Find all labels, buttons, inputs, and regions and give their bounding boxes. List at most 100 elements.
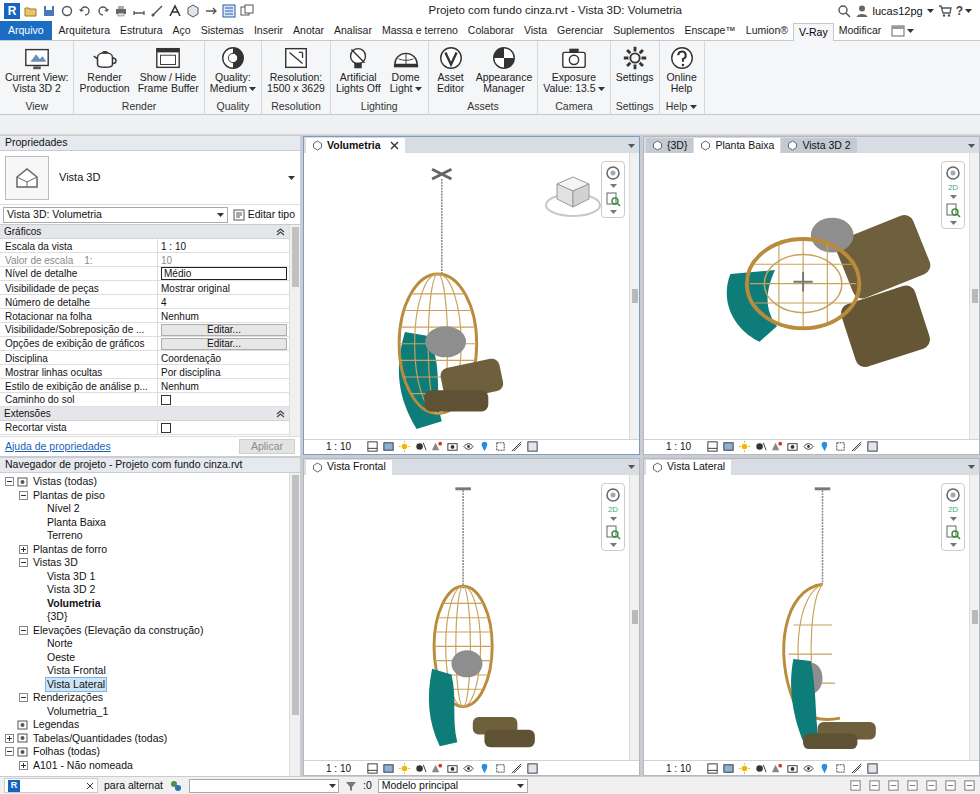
button-label[interactable]: Light (390, 83, 413, 94)
view-control-icon[interactable] (866, 440, 879, 453)
view-tab[interactable]: Volumetria (306, 138, 405, 153)
tab-label[interactable]: Vista (524, 23, 547, 39)
button-label[interactable]: Value: 13.5 (543, 83, 595, 94)
ribbon-button[interactable]: Show / HideFrame Buffer (135, 44, 202, 94)
view-control-icon[interactable] (834, 762, 847, 775)
tree-label[interactable]: Terreno (45, 528, 85, 543)
edit-button[interactable]: Editar... (161, 338, 287, 350)
button-label[interactable]: Show / Hide (140, 72, 197, 83)
tree-label[interactable]: Legendas (31, 717, 81, 732)
frame-buffer-icon[interactable] (153, 44, 183, 72)
property-row[interactable]: Rotacionar na folhaNenhum (0, 309, 289, 323)
tab-label[interactable]: Vista 3D 2 (802, 138, 850, 154)
tree-item[interactable]: Planta Baixa (0, 516, 289, 530)
ribbon-tab[interactable]: V-Ray (793, 23, 834, 41)
zoom-icon[interactable] (945, 202, 961, 218)
close-icon[interactable] (390, 141, 399, 150)
ribbon-button[interactable]: Quality:Medium (207, 44, 259, 94)
checkbox[interactable] (161, 395, 171, 405)
view-control-icon[interactable] (786, 762, 799, 775)
tree-item[interactable]: Vista Frontal (0, 664, 289, 678)
scrollbar[interactable] (289, 473, 300, 776)
navigation-bar[interactable]: 2D (941, 483, 965, 551)
zoom-icon[interactable] (945, 524, 961, 540)
quality-icon[interactable] (218, 44, 248, 72)
tree-label[interactable]: Planta Baixa (45, 515, 108, 530)
view-control-icon[interactable] (738, 762, 751, 775)
zoom-icon[interactable] (605, 191, 621, 207)
sync-icon[interactable] (60, 4, 74, 18)
tree-item[interactable]: A101 - Não nomeada (0, 759, 289, 773)
viewport[interactable]: Volumetria 1 : 10 (303, 136, 640, 455)
button-label[interactable]: Asset (437, 72, 463, 83)
tree-label[interactable]: A101 - Não nomeada (31, 758, 135, 773)
model-name[interactable]: Modelo principal (382, 778, 458, 794)
help-link[interactable]: Ajuda de propriedades (5, 439, 111, 455)
ribbon-tab[interactable]: Arquivo (0, 21, 52, 40)
steering-wheel-icon[interactable] (945, 487, 961, 503)
property-row[interactable]: Visibilidade de peçasMostrar original (0, 281, 289, 295)
collapse-icon[interactable] (19, 626, 28, 635)
view-control-icon[interactable] (510, 440, 523, 453)
ribbon-button[interactable]: Resolution:1500 x 3629 (264, 44, 328, 94)
view-control-icon[interactable] (382, 762, 395, 775)
view-control-icon[interactable] (462, 762, 475, 775)
property-row[interactable]: Opções de exibição de gráficosEditar... (0, 337, 289, 351)
hanging-chair-model[interactable] (648, 479, 965, 757)
help-button[interactable]: ? (956, 2, 972, 20)
view-control-icon[interactable] (366, 762, 379, 775)
navigation-bar[interactable]: 2D (941, 161, 965, 229)
view-control-icon[interactable] (430, 440, 443, 453)
section-icon[interactable] (204, 4, 218, 18)
property-row[interactable]: Visibilidade/Sobreposição de ...Editar..… (0, 323, 289, 337)
scrollbar[interactable] (289, 225, 300, 436)
help-text[interactable]: ? (956, 2, 963, 20)
selection-option-icon[interactable] (849, 779, 862, 792)
view-canvas[interactable]: 2D (644, 153, 979, 439)
section-title[interactable]: Extensões (4, 406, 51, 421)
tree-label[interactable]: Plantas de piso (31, 488, 107, 503)
tree-label[interactable]: Renderizações (31, 690, 105, 705)
close-icon[interactable] (86, 782, 94, 790)
tree-item[interactable]: Volumetria_1 (0, 705, 289, 719)
ribbon-button[interactable]: ArtificialLights Off (333, 44, 384, 94)
tab-label[interactable]: Vista Lateral (667, 459, 725, 475)
view-tab[interactable]: Vista 3D 2 (781, 138, 856, 153)
view-control-icon[interactable] (850, 762, 863, 775)
dome-light-icon[interactable] (391, 44, 421, 72)
button-label[interactable]: Settings (616, 72, 654, 83)
navigation-bar[interactable]: 2D (601, 483, 625, 551)
ribbon-tab[interactable]: Suplementos (608, 22, 679, 40)
asset-editor-icon[interactable] (436, 44, 466, 72)
property-value[interactable]: Por disciplina (161, 365, 220, 380)
logo-text[interactable]: R (11, 781, 18, 790)
tree-item[interactable]: {3D} (0, 610, 289, 624)
app-logo[interactable]: R (4, 3, 20, 19)
view-tab[interactable]: {3D} (646, 138, 693, 153)
view-scale[interactable]: 1 : 10 (666, 761, 691, 776)
ribbon-button[interactable]: OnlineHelp (662, 44, 702, 94)
scrollbar[interactable] (969, 153, 979, 439)
expand-icon[interactable] (19, 761, 28, 770)
tree-label[interactable]: Vistas 3D (31, 555, 80, 570)
tree-item[interactable]: Nível 2 (0, 502, 289, 516)
tree-label[interactable]: Norte (45, 636, 75, 651)
view-canvas[interactable]: 2D (304, 475, 639, 761)
model-dropdown[interactable]: Modelo principal (378, 779, 528, 793)
collapse-icon[interactable] (5, 747, 14, 756)
tab-label[interactable]: Aço (173, 23, 191, 39)
view-control-icon[interactable] (850, 440, 863, 453)
selection-option-icon[interactable] (944, 779, 957, 792)
selection-option-icon[interactable] (868, 779, 881, 792)
camera-icon[interactable] (559, 44, 589, 72)
view-control-icon[interactable] (770, 440, 783, 453)
view-control-icon[interactable] (414, 762, 427, 775)
tab-label[interactable]: V-Ray (799, 25, 828, 41)
view-tab[interactable]: Vista Lateral (646, 460, 731, 475)
save-icon[interactable] (42, 4, 56, 18)
view-scale[interactable]: 1 : 10 (326, 439, 351, 454)
ribbon-button[interactable]: Current View:Vista 3D 2 (2, 44, 71, 94)
viewcube-icon[interactable] (543, 171, 603, 221)
logo-text[interactable]: R (8, 5, 17, 17)
print-icon[interactable] (114, 4, 128, 18)
